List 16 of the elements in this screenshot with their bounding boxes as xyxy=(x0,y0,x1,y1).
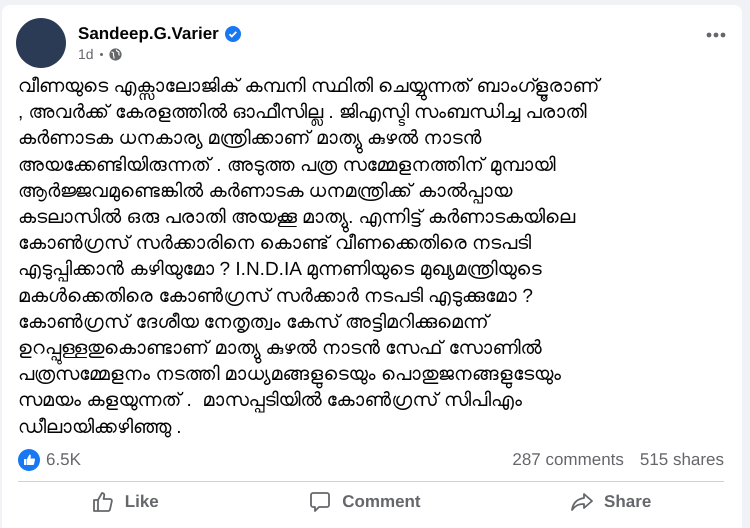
separator-dot xyxy=(100,52,103,56)
comment-count[interactable]: 287 comments xyxy=(512,450,624,470)
avatar[interactable] xyxy=(16,18,66,68)
more-options-icon[interactable] xyxy=(706,32,726,38)
post-text: വീണയുടെ എക്സാലോജിക് കമ്പനി സ്ഥിതി ചെയ്യുന്നത് ബാംഗ്ളൂരാണ് , അവർക്ക് കേരളത്തിൽ ഓഫീസില്ല . ജിഎസ്ടി സംബന്ധിച്ച പരാതി കർണാടക ധനകാര്യ മന്ത്രിക്കാണ് മാത്യു കുഴൽ നാടൻ അയക്കേണ്ടിയിരുന്നത് . അടുത്ത പത്ര സമ്മേളനത്തിന് മുമ്പായി ആർജ്ജവമുണ്ടെങ്കിൽ കർണാടക ധനമന്ത്രിക്ക് കാൽപ്പായ കടലാസിൽ ഒരു പരാതി അയക്കൂ മാത്യു. എന്നിട്ട് കർണാടകയിലെ കോൺഗ്രസ് സർക്കാരിനെ കൊണ്ട് വീണക്കെതിരെ നടപടി എടുപ്പിക്കാൻ കഴിയുമോ ? I.N.D.IA മുന്നണിയുടെ മുഖ്യമന്ത്രിയുടെ മകൾക്കെതിരെ കോൺഗ്രസ് സർക്കാർ നടപടി എടുക്കുമോ ? കോൺഗ്രസ് ദേശീയ നേതൃത്വം കേസ് അട്ടിമറിക്കുമെന്ന് ഉറപ്പുള്ളതുകൊണ്ടാണ് മാത്യു കുഴൽ നാടൻ സേഫ് സോണിൽ പത്രസമ്മേളനം നടത്തി മാധ്യമങ്ങളുടെയും പൊതുജനങ്ങളുടേയും സമയം കളയുന്നത് . മാസപ്പടിയിൽ കോൺഗ്രസ് സിപിഎം ഡീലായിക്കഴിഞ്ഞു . xyxy=(18,75,602,440)
author-name[interactable]: Sandeep.G.Varier xyxy=(78,24,219,44)
post-time[interactable]: 1d xyxy=(78,46,94,62)
reaction-count[interactable]: 6.5K xyxy=(46,450,81,470)
thumbs-up-icon xyxy=(90,490,115,514)
globe-icon[interactable] xyxy=(108,48,122,60)
share-count[interactable]: 515 shares xyxy=(640,450,724,470)
speech-bubble-icon xyxy=(308,490,332,514)
like-reaction-icon[interactable] xyxy=(18,448,40,471)
comment-button[interactable]: Comment xyxy=(288,482,441,522)
share-button[interactable]: Share xyxy=(550,482,672,522)
like-button[interactable]: Like xyxy=(70,482,179,522)
